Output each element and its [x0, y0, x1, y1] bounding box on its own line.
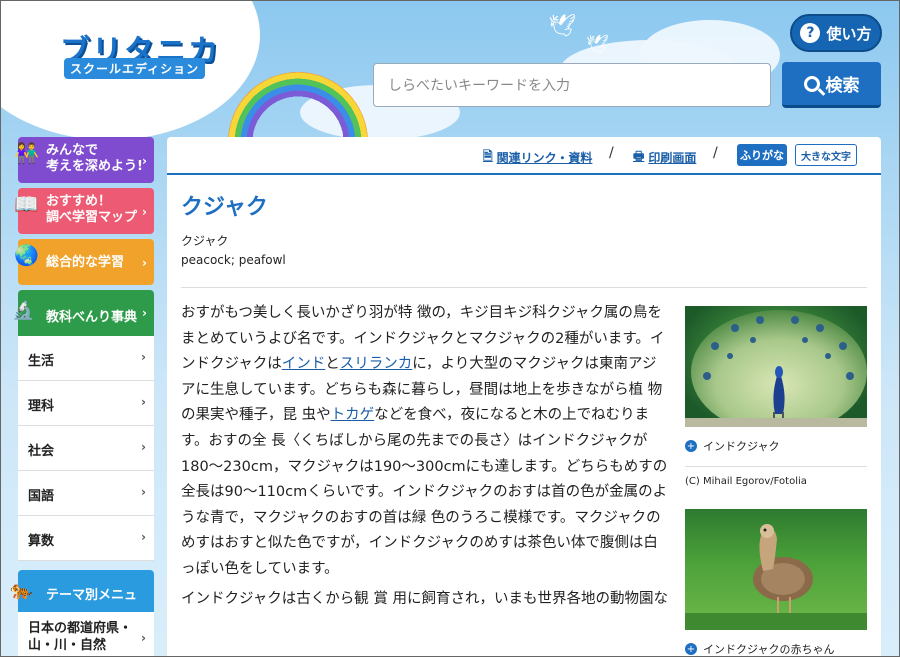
- link-srilanka[interactable]: スリランカ: [340, 356, 413, 372]
- furigana-toggle[interactable]: ふりがな: [737, 144, 787, 166]
- search-button[interactable]: 検索: [782, 62, 881, 108]
- peachick-illustration: [685, 524, 867, 630]
- sidebar-item-label: 日本の都道府県・: [28, 621, 133, 636]
- search-input[interactable]: しらべたいキーワードを入力: [373, 63, 771, 107]
- help-button[interactable]: ? 使い方: [790, 14, 882, 52]
- article-body: おすがもつ美しく長いかざり羽が特 徴の，キジ目キジ科クジャク属の鳥をまとめていう…: [181, 301, 669, 612]
- chevron-right-icon: ›: [141, 440, 146, 454]
- sidebar-item-math[interactable]: 算数 ›: [18, 516, 154, 561]
- print-label: 印刷画面: [648, 151, 697, 165]
- separator: /: [713, 145, 718, 161]
- chevron-right-icon: ›: [142, 256, 147, 270]
- sidebar-item-japanese[interactable]: 国語 ›: [18, 471, 154, 516]
- zoom-icon: +: [685, 643, 697, 655]
- related-links-button[interactable]: 🗎 関連リンク・資料: [483, 147, 592, 168]
- button-line: 調べ学習マップ: [46, 210, 138, 225]
- globe-icon: 🌏: [14, 243, 39, 267]
- button-line: みんなで: [46, 143, 99, 158]
- link-lizard[interactable]: トカゲ: [331, 407, 375, 423]
- help-button-label: 使い方: [826, 24, 872, 43]
- chevron-right-icon: ›: [141, 395, 146, 409]
- article-toolbar: 🗎 関連リンク・資料 / 🖶 印刷画面 / ふりがな 大きな文字: [167, 137, 881, 175]
- sidebar-integrated-study-button[interactable]: 🌏 総合的な学習 ›: [14, 239, 154, 285]
- print-button[interactable]: 🖶 印刷画面: [633, 147, 696, 168]
- chevron-right-icon: ›: [142, 154, 147, 168]
- print-icon: 🖶: [633, 149, 645, 163]
- chevron-right-icon: ›: [141, 350, 146, 364]
- article-panel: 🗎 関連リンク・資料 / 🖶 印刷画面 / ふりがな 大きな文字 クジャク クジ…: [167, 137, 881, 657]
- chevron-right-icon: ›: [141, 530, 146, 544]
- large-text-toggle[interactable]: 大きな文字: [795, 144, 857, 166]
- search-placeholder: しらべたいキーワードを入力: [388, 78, 570, 94]
- photo-credit: (C) Mihail Egorov/Fotolia: [685, 476, 807, 487]
- article-paragraph: インドクジャクは古くから観 賞 用に飼育され，いまも世界各地の動物園な: [181, 590, 668, 607]
- link-india[interactable]: インド: [282, 356, 326, 372]
- bird-icon: 🕊: [548, 14, 576, 39]
- logo-subtitle: スクールエディション: [64, 58, 206, 79]
- article-subtitle-ja: クジャク: [181, 234, 229, 248]
- sidebar-item-label: 社会: [28, 444, 55, 459]
- bird-icon: 🕊: [586, 34, 609, 55]
- dictionary-title: 教科べんり事典: [46, 310, 138, 325]
- caption-text: インドクジャク: [703, 440, 780, 453]
- button-line: おすすめ！: [46, 194, 112, 209]
- chevron-right-icon: ›: [142, 205, 147, 219]
- sidebar-deepen-thinking-button[interactable]: 👫 みんなで 考えを深めよう! ›: [14, 137, 154, 183]
- sidebar-item-label: 国語: [28, 489, 55, 504]
- sidebar-subject-dictionary-header[interactable]: 🔬 教科べんり事典 ›: [12, 290, 154, 336]
- peacock-illustration: [685, 310, 867, 427]
- search-icon: [803, 75, 820, 92]
- peachick-photo[interactable]: [685, 509, 867, 630]
- article-subtitle-en: peacock; peafowl: [181, 253, 286, 267]
- article-paragraph: おすがもつ美しく長いかざり羽が特 徴の，キジ目キジ科クジャク属の鳥をまとめていう…: [181, 301, 669, 583]
- book-icon: 📖: [14, 192, 39, 216]
- document-icon: 🗎: [483, 149, 493, 163]
- photo-caption-1[interactable]: + インドクジャク: [685, 438, 779, 454]
- peacock-photo[interactable]: [685, 306, 867, 427]
- chevron-right-icon: ›: [141, 485, 146, 499]
- sidebar-item-label: 理科: [28, 399, 55, 414]
- divider: [181, 287, 867, 288]
- related-links-label: 関連リンク・資料: [496, 151, 593, 165]
- sidebar-item-label: 算数: [28, 534, 55, 549]
- sidebar-item-life[interactable]: 生活 ›: [18, 336, 154, 381]
- people-icon: 👫: [14, 141, 39, 165]
- tiger-icon: 🐅: [10, 580, 33, 601]
- text: と: [325, 356, 340, 373]
- article-title: クジャク: [181, 195, 268, 220]
- sidebar-item-label: 山・川・自然: [28, 638, 107, 653]
- sidebar-item-prefectures[interactable]: 日本の都道府県・ 山・川・自然 ›: [18, 612, 154, 657]
- divider: [685, 466, 867, 467]
- sidebar-item-label: 生活: [28, 354, 55, 369]
- microscope-icon: 🔬: [12, 300, 35, 321]
- sidebar-research-map-button[interactable]: 📖 おすすめ！ 調べ学習マップ ›: [14, 188, 154, 234]
- zoom-icon: +: [685, 440, 697, 452]
- button-line: 考えを深めよう!: [46, 159, 143, 174]
- sidebar-theme-menu-header[interactable]: 🐅 テーマ別メニュー: [10, 570, 154, 622]
- sidebar-item-social[interactable]: 社会 ›: [18, 426, 154, 471]
- separator: /: [609, 145, 614, 161]
- search-button-label: 検索: [825, 76, 860, 96]
- sidebar-item-science[interactable]: 理科 ›: [18, 381, 154, 426]
- photo-caption-2[interactable]: + インドクジャクの赤ちゃん: [685, 641, 834, 657]
- chevron-right-icon: ›: [142, 306, 147, 320]
- chevron-right-icon: ›: [141, 631, 146, 645]
- button-line: 総合的な学習: [46, 255, 125, 270]
- caption-text: インドクジャクの赤ちゃん: [703, 643, 835, 656]
- text: などを食べ，夜になると木の上でねむります。おすの全 長〈くちばしから尾の先までの…: [181, 407, 668, 577]
- question-icon: ?: [800, 23, 821, 43]
